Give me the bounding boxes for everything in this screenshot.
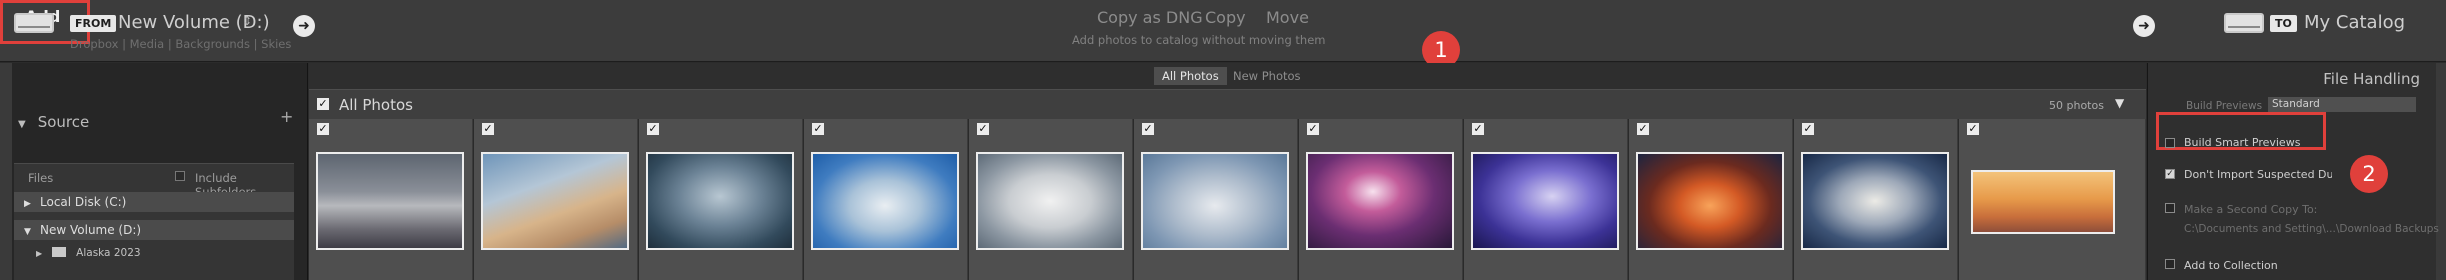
- callout-badge-2: 2: [2350, 155, 2388, 193]
- thumbnail-checkbox[interactable]: ✓: [1142, 123, 1154, 135]
- source-panel: ▼ Source + Files Include Subfolders ▶Loca…: [0, 63, 308, 280]
- folder-icon: [52, 247, 67, 257]
- thumbnail-checkbox[interactable]: ✓: [647, 123, 659, 135]
- thumbnail-checkbox[interactable]: ✓: [1802, 123, 1814, 135]
- thumbnail-cell[interactable]: ✓: [639, 119, 803, 280]
- source-arrow-icon: ➜: [293, 15, 315, 37]
- import-topbar: FROM New Volume (D:) ⇕ Dropbox | Media |…: [0, 0, 2446, 69]
- add-to-collection-label: Add to Collection: [2184, 259, 2278, 272]
- source-path-breadcrumb: Dropbox | Media | Backgrounds | Skies: [70, 37, 292, 51]
- thumbnail-image[interactable]: [1971, 170, 2115, 234]
- dont-import-duplicates-checkbox[interactable]: ✓: [2165, 169, 2175, 179]
- thumbnail-cell[interactable]: ✓: [969, 119, 1133, 280]
- thumbnail-image[interactable]: [1306, 152, 1454, 250]
- thumbnail-image[interactable]: [811, 152, 959, 250]
- expand-triangle-icon[interactable]: ▶: [14, 194, 40, 214]
- folder-row-local-disk-c[interactable]: ▶ Local Disk (C:): [14, 192, 294, 212]
- thumbnail-checkbox[interactable]: ✓: [1307, 123, 1319, 135]
- dont-import-duplicates-label: Don't Import Suspected Duplicates: [2184, 168, 2332, 181]
- thumbnail-checkbox[interactable]: ✓: [482, 123, 494, 135]
- destination-arrow-icon: ➜: [2133, 15, 2155, 37]
- thumbnail-cell[interactable]: ✓: [1299, 119, 1463, 280]
- thumbnail-cell[interactable]: ✓: [1134, 119, 1298, 280]
- file-handling-panel: File Handling Build Previews Standard Bu…: [2147, 63, 2446, 280]
- add-source-icon[interactable]: +: [280, 107, 293, 126]
- thumbnail-checkbox[interactable]: ✓: [317, 123, 329, 135]
- build-smart-previews-label: Build Smart Previews: [2184, 136, 2301, 149]
- source-folder-list: Files Include Subfolders ▶Local Disk (C:…: [14, 163, 294, 280]
- thumbnail-image[interactable]: [1141, 152, 1289, 250]
- thumbnail-cell[interactable]: ✓: [1959, 119, 2146, 280]
- left-panel-gutter[interactable]: [0, 63, 12, 280]
- thumbnail-cell[interactable]: ✓: [474, 119, 638, 280]
- photo-grid-area: All Photos New Photos ✓ All Photos 50 ph…: [309, 63, 2146, 280]
- grid-title: All Photos: [339, 96, 413, 114]
- thumbnail-checkbox[interactable]: ✓: [1637, 123, 1649, 135]
- thumbnail-checkbox[interactable]: ✓: [812, 123, 824, 135]
- mode-description: Add photos to catalog without moving the…: [1072, 33, 1326, 47]
- expand-triangle-icon[interactable]: ▶: [36, 249, 42, 258]
- right-panel-gutter[interactable]: [2436, 63, 2446, 280]
- files-label: Files: [28, 171, 54, 185]
- tab-new-photos[interactable]: New Photos: [1225, 67, 1309, 85]
- add-to-collection-checkbox[interactable]: [2165, 259, 2175, 269]
- thumbnail-image[interactable]: [481, 152, 629, 250]
- collapse-triangle-icon: ▼: [18, 119, 26, 130]
- build-previews-label: Build Previews: [2186, 100, 2263, 112]
- build-smart-previews-checkbox[interactable]: [2165, 138, 2175, 148]
- grid-header: ✓ All Photos 50 photos ▼: [309, 89, 2146, 119]
- build-previews-select[interactable]: Standard: [2268, 97, 2416, 112]
- source-panel-header[interactable]: ▼ Source: [18, 113, 89, 131]
- thumbnail-image[interactable]: [316, 152, 464, 250]
- thumbnail-checkbox[interactable]: ✓: [1967, 123, 1979, 135]
- destination-drive-icon: [2224, 13, 2264, 33]
- thumbnail-image[interactable]: [646, 152, 794, 250]
- thumbnail-strip: ✓ ✓ ✓ ✓ ✓ ✓ ✓ ✓ ✓ ✓ ✓: [309, 119, 2146, 280]
- photo-count: 50 photos: [2049, 99, 2104, 112]
- second-copy-checkbox[interactable]: [2165, 203, 2175, 213]
- thumbnail-cell[interactable]: ✓: [804, 119, 968, 280]
- mode-copy-as-dng[interactable]: Copy as DNG: [1097, 8, 1203, 27]
- destination-name[interactable]: My Catalog: [2304, 12, 2405, 33]
- from-tag: FROM: [70, 15, 117, 32]
- source-chevron-icon[interactable]: ⇕: [242, 14, 252, 28]
- thumbnail-image[interactable]: [1636, 152, 1784, 250]
- thumbnail-image[interactable]: [1801, 152, 1949, 250]
- to-tag: TO: [2270, 15, 2297, 32]
- thumbnail-cell[interactable]: ✓: [309, 119, 473, 280]
- subfolder-row-alaska-2023[interactable]: ▶ Alaska 2023: [36, 246, 141, 259]
- thumbnail-cell[interactable]: ✓: [1464, 119, 1628, 280]
- source-title: Source: [37, 113, 90, 131]
- sort-dropdown-icon[interactable]: ▼: [2115, 96, 2124, 110]
- second-copy-path[interactable]: C:\Documents and Setting\...\Download Ba…: [2184, 223, 2439, 235]
- source-drive-icon: [14, 13, 54, 33]
- grid-filter-tabs: All Photos New Photos: [309, 63, 2146, 89]
- file-handling-title[interactable]: File Handling: [2323, 70, 2420, 88]
- thumbnail-checkbox[interactable]: ✓: [1472, 123, 1484, 135]
- select-all-checkbox[interactable]: ✓: [317, 98, 329, 110]
- tab-all-photos[interactable]: All Photos: [1154, 67, 1227, 85]
- mode-copy[interactable]: Copy: [1205, 8, 1246, 27]
- thumbnail-checkbox[interactable]: ✓: [977, 123, 989, 135]
- include-subfolders-checkbox[interactable]: [175, 171, 185, 181]
- thumbnail-cell[interactable]: ✓: [1629, 119, 1793, 280]
- thumbnail-cell[interactable]: ✓: [1794, 119, 1958, 280]
- second-copy-label: Make a Second Copy To:: [2184, 203, 2318, 216]
- mode-move[interactable]: Move: [1266, 8, 1309, 27]
- folder-label: New Volume (D:): [40, 223, 142, 237]
- subfolder-label: Alaska 2023: [76, 247, 141, 259]
- thumbnail-image[interactable]: [1471, 152, 1619, 250]
- folder-label: Local Disk (C:): [40, 195, 127, 209]
- folder-row-new-volume-d[interactable]: ▼ New Volume (D:): [14, 220, 294, 240]
- collapse-triangle-icon[interactable]: ▼: [14, 222, 40, 242]
- thumbnail-image[interactable]: [976, 152, 1124, 250]
